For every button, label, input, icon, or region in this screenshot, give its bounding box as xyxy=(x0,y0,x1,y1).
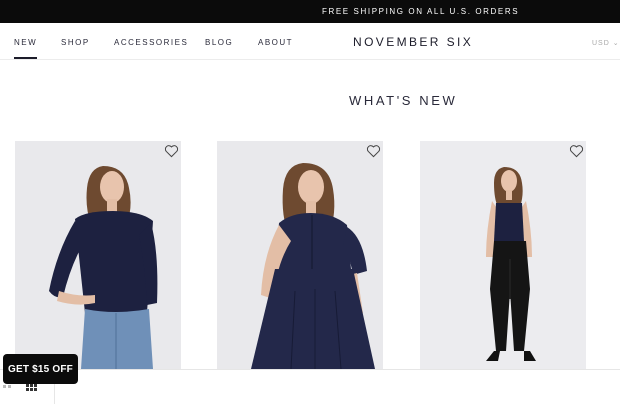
product-card[interactable] xyxy=(217,141,383,369)
promo-label: GET $15 OFF xyxy=(8,363,73,375)
product-image[interactable] xyxy=(420,141,586,369)
product-image[interactable] xyxy=(15,141,181,369)
promo-button[interactable]: GET $15 OFF xyxy=(3,354,78,384)
main-navigation: NEW SHOP ACCESSORIES BLOG ABOUT NOVEMBER… xyxy=(0,23,620,60)
nav-item-new[interactable]: NEW xyxy=(14,38,38,59)
grid-view-icon[interactable] xyxy=(3,384,37,392)
brand-logo[interactable]: NOVEMBER SIX xyxy=(353,35,473,49)
nav-item-blog[interactable]: BLOG xyxy=(205,38,233,47)
product-card[interactable] xyxy=(15,141,181,369)
section-title: WHAT'S NEW xyxy=(349,93,458,108)
product-image[interactable] xyxy=(217,141,383,369)
announcement-text: FREE SHIPPING ON ALL U.S. ORDERS xyxy=(322,7,520,16)
currency-selector[interactable]: USD ⌄ xyxy=(592,39,620,47)
heart-outline-icon[interactable] xyxy=(569,144,584,158)
heart-outline-icon[interactable] xyxy=(164,144,179,158)
nav-item-about[interactable]: ABOUT xyxy=(258,38,293,47)
chevron-down-icon: ⌄ xyxy=(612,40,620,47)
announcement-bar: FREE SHIPPING ON ALL U.S. ORDERS xyxy=(0,0,620,23)
heart-outline-icon[interactable] xyxy=(366,144,381,158)
currency-label: USD xyxy=(592,40,610,47)
bottom-toolbar xyxy=(0,369,620,404)
product-card[interactable] xyxy=(420,141,586,369)
nav-item-shop[interactable]: SHOP xyxy=(61,38,90,47)
nav-item-accessories[interactable]: ACCESSORIES xyxy=(114,38,188,47)
